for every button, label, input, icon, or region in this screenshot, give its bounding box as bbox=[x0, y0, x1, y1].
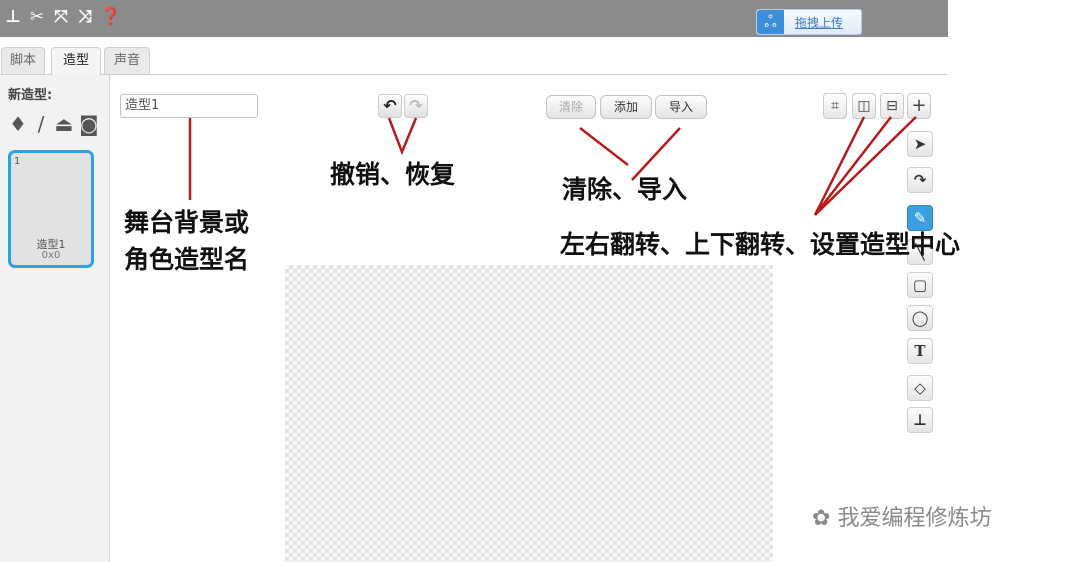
clear-button[interactable]: 清除 bbox=[546, 95, 596, 119]
rectangle-tool-icon[interactable]: ▢ bbox=[907, 272, 933, 298]
select-tool-icon[interactable]: ➤ bbox=[907, 131, 933, 157]
costume-thumbnail[interactable]: 1 造型1 0x0 bbox=[8, 150, 94, 268]
new-costume-label: 新造型: bbox=[8, 88, 53, 103]
drag-upload-button[interactable]: ஃ 拖拽上传 bbox=[756, 9, 862, 35]
paint-icon[interactable]: ♦ bbox=[7, 113, 29, 135]
flip-horizontal-icon[interactable]: ◫ bbox=[852, 93, 876, 119]
tab-bar: 脚本 造型 声音 bbox=[0, 37, 948, 75]
costume-size: 0x0 bbox=[41, 250, 61, 261]
flip-annotation-text: 左右翻转、上下翻转、设置造型中心 bbox=[560, 230, 961, 259]
upload-logo-icon: ஃ bbox=[757, 10, 784, 34]
flip-vertical-icon[interactable]: ⊟ bbox=[880, 93, 904, 119]
undo-annotation-line bbox=[387, 117, 418, 156]
top-toolbar: ⊥ ✂ ⤧ ⤨ ❓ ஃ 拖拽上传 bbox=[0, 0, 948, 37]
center-annotation-line bbox=[814, 116, 917, 216]
tab-costumes[interactable]: 造型 bbox=[51, 47, 101, 75]
crop-icon[interactable]: ⌗ bbox=[823, 93, 847, 119]
flip-v-annotation-line bbox=[814, 116, 892, 216]
ellipse-tool-icon[interactable]: ◯ bbox=[907, 305, 933, 331]
flip-h-annotation-line bbox=[813, 116, 866, 216]
grow-icon[interactable]: ⤧ bbox=[52, 6, 70, 28]
text-tool-icon[interactable]: T bbox=[907, 338, 933, 364]
clear-annotation-text: 清除、导入 bbox=[562, 175, 688, 204]
costume-number: 1 bbox=[14, 156, 21, 167]
set-center-icon[interactable]: + bbox=[907, 93, 931, 119]
undo-button[interactable]: ↶ bbox=[378, 94, 402, 118]
costume-name-input[interactable]: 造型1 bbox=[120, 94, 258, 118]
brush-icon[interactable]: / bbox=[30, 113, 52, 135]
upload-label: 拖拽上传 bbox=[795, 16, 844, 30]
watermark: ✿ 我爱编程修炼坊 bbox=[812, 500, 991, 532]
name-annotation-line1: 舞台背景或 bbox=[124, 208, 250, 237]
stamp-tool-icon[interactable]: ⊥ bbox=[907, 407, 933, 433]
tab-sounds[interactable]: 声音 bbox=[104, 47, 150, 74]
wechat-icon: ✿ bbox=[812, 506, 831, 531]
costume-list-panel: 新造型: ♦ / ⏏ ◙ 1 造型1 0x0 bbox=[0, 75, 110, 562]
stamp-icon[interactable]: ⊥ bbox=[4, 6, 22, 28]
name-annotation-line2: 角色造型名 bbox=[124, 245, 250, 274]
redo-button[interactable]: ↷ bbox=[404, 94, 428, 118]
upload-icon[interactable]: ⏏ bbox=[53, 113, 75, 135]
cut-icon[interactable]: ✂ bbox=[28, 6, 46, 28]
clear-annotation-line bbox=[579, 127, 629, 166]
camera-icon[interactable]: ◙ bbox=[78, 113, 100, 135]
shrink-icon[interactable]: ⤨ bbox=[76, 6, 94, 28]
tab-scripts[interactable]: 脚本 bbox=[1, 47, 45, 74]
drawing-canvas[interactable] bbox=[285, 265, 773, 562]
help-icon[interactable]: ❓ bbox=[100, 6, 121, 28]
import-button[interactable]: 导入 bbox=[655, 95, 707, 119]
reshape-tool-icon[interactable]: ↷ bbox=[907, 167, 933, 193]
add-button[interactable]: 添加 bbox=[600, 95, 652, 119]
fill-tool-icon[interactable]: ◇ bbox=[907, 375, 933, 401]
undo-annotation-text: 撤销、恢复 bbox=[330, 160, 456, 189]
watermark-text: 我爱编程修炼坊 bbox=[837, 506, 992, 531]
